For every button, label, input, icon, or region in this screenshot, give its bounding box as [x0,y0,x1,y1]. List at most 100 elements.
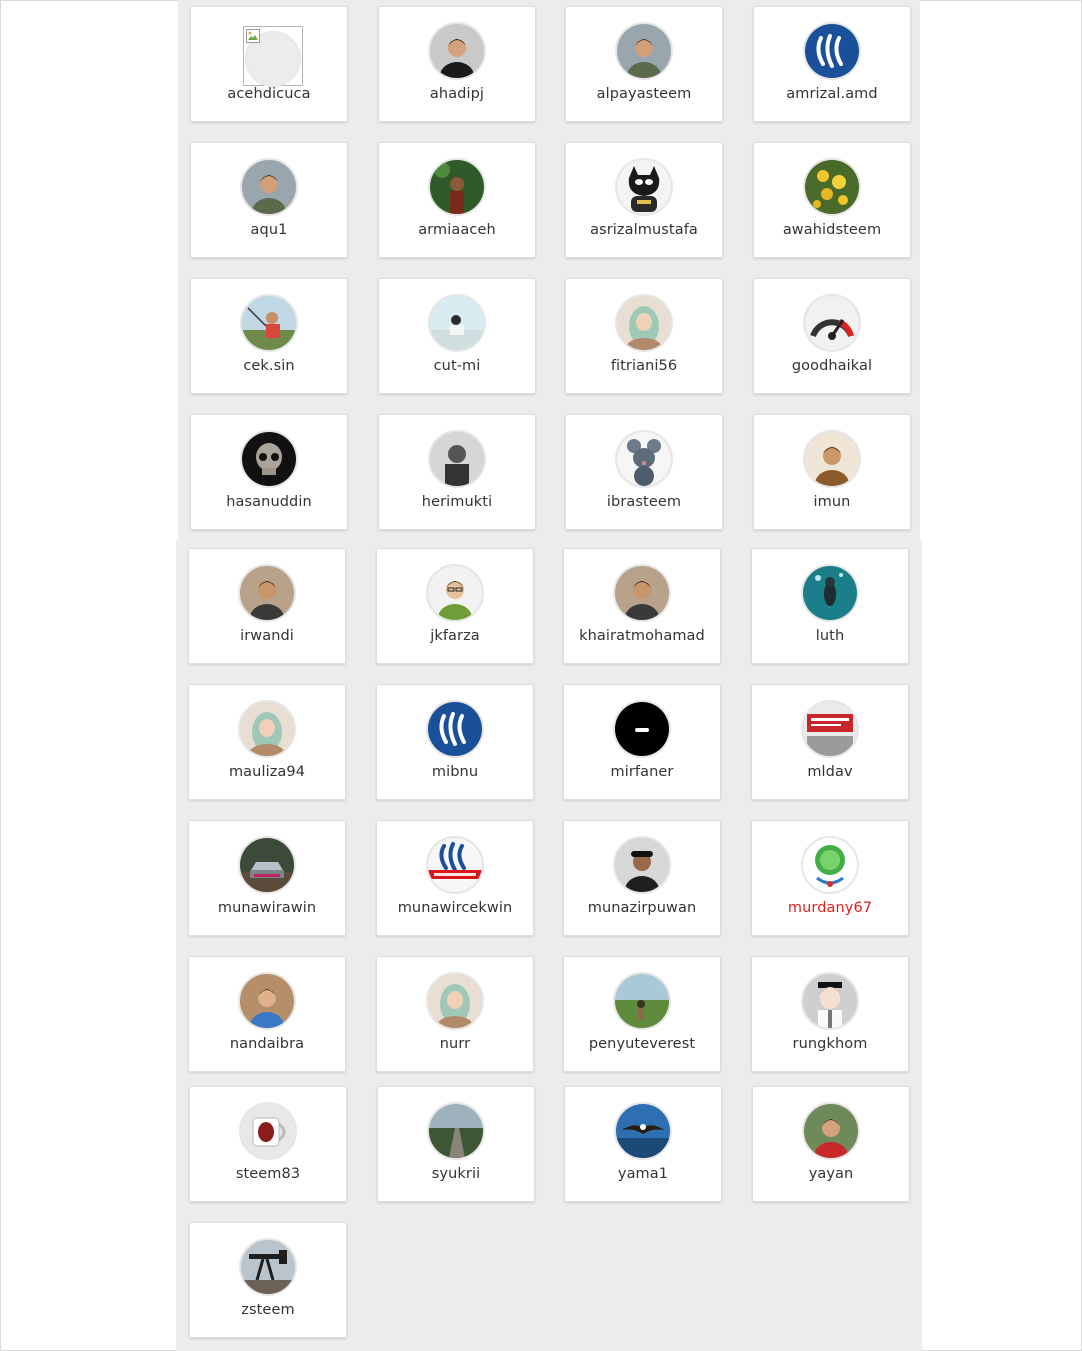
username-link[interactable]: goodhaikal [754,358,910,374]
person-blue-icon[interactable] [238,972,296,1030]
eagle-icon[interactable] [614,1102,672,1160]
yellow-flowers-icon[interactable] [803,158,861,216]
user-card[interactable]: penyuteverest [563,956,721,1072]
landscape-icon[interactable] [613,972,671,1030]
green-emblem-icon[interactable] [801,836,859,894]
user-card[interactable]: mibnu [376,684,534,800]
user-card[interactable]: nandaibra [188,956,346,1072]
person-outdoors-icon[interactable] [240,158,298,216]
username-link[interactable]: mldav [752,764,908,780]
username-link[interactable]: munawircekwin [377,900,533,916]
username-link[interactable]: hasanuddin [191,494,347,510]
woman-hijab-icon[interactable] [426,972,484,1030]
steem-red-banner-icon[interactable] [426,836,484,894]
username-link[interactable]: yayan [753,1166,909,1182]
username-link[interactable]: irwandi [189,628,345,644]
username-link[interactable]: imun [754,494,910,510]
username-link[interactable]: cut-mi [379,358,535,374]
user-card[interactable]: munazirpuwan [563,820,721,936]
user-card[interactable]: murdany67 [751,820,909,936]
user-card[interactable]: jkfarza [376,548,534,664]
cartoon-batman-icon[interactable] [615,158,673,216]
user-card[interactable]: munawirawin [188,820,346,936]
user-card[interactable]: acehdicuca [190,6,348,122]
user-card[interactable]: luth [751,548,909,664]
bw-portrait-icon[interactable] [428,430,486,488]
user-card[interactable]: zsteem [189,1222,347,1338]
user-card[interactable]: herimukti [378,414,536,530]
broken-image-icon[interactable] [243,26,303,87]
user-card[interactable]: mauliza94 [188,684,346,800]
username-link[interactable]: rungkhom [752,1036,908,1052]
username-link[interactable]: zsteem [190,1302,346,1318]
man-portrait-icon[interactable] [238,564,296,622]
person-in-forest-icon[interactable] [428,158,486,216]
username-link[interactable]: munazirpuwan [564,900,720,916]
username-link[interactable]: ibrasteem [566,494,722,510]
username-link[interactable]: jkfarza [377,628,533,644]
username-link[interactable]: asrizalmustafa [566,222,722,238]
username-link[interactable]: acehdicuca [191,86,347,102]
user-card[interactable]: fitriani56 [565,278,723,394]
steem-logo-icon[interactable] [803,22,861,80]
username-link[interactable]: ahadipj [379,86,535,102]
steem-logo-icon[interactable] [426,700,484,758]
user-card[interactable]: khairatmohamad [563,548,721,664]
user-card[interactable]: goodhaikal [753,278,911,394]
username-link[interactable]: fitriani56 [566,358,722,374]
user-card[interactable]: cek.sin [190,278,348,394]
username-link[interactable]: munawirawin [189,900,345,916]
username-link[interactable]: steem83 [190,1166,346,1182]
username-link[interactable]: alpayasteem [566,86,722,102]
user-card[interactable]: irwandi [188,548,346,664]
user-card[interactable]: ibrasteem [565,414,723,530]
username-link[interactable]: mibnu [377,764,533,780]
woman-hijab-icon[interactable] [238,700,296,758]
username-link[interactable]: nurr [377,1036,533,1052]
username-link[interactable]: luth [752,628,908,644]
username-link[interactable]: yama1 [565,1166,721,1182]
person-outdoors-icon[interactable] [615,22,673,80]
road-landscape-icon[interactable] [427,1102,485,1160]
woman-hijab-icon[interactable] [615,294,673,352]
child-on-beach-icon[interactable] [428,294,486,352]
coffee-cup-icon[interactable] [239,1102,297,1160]
username-link[interactable]: aqu1 [191,222,347,238]
user-card[interactable]: ahadipj [378,6,536,122]
user-card[interactable]: awahidsteem [753,142,911,258]
person-fishing-icon[interactable] [240,294,298,352]
user-card[interactable]: hasanuddin [190,414,348,530]
man-portrait-icon[interactable] [613,564,671,622]
man-cap-icon[interactable] [613,836,671,894]
username-link[interactable]: cek.sin [191,358,347,374]
username-link[interactable]: amrizal.amd [754,86,910,102]
person-red-shirt-icon[interactable] [802,1102,860,1160]
user-card[interactable]: amrizal.amd [753,6,911,122]
oil-pump-icon[interactable] [239,1238,297,1296]
user-card[interactable]: rungkhom [751,956,909,1072]
diver-underwater-icon[interactable] [801,564,859,622]
username-link[interactable]: mirfaner [564,764,720,780]
user-card[interactable]: yayan [752,1086,910,1202]
user-card[interactable]: alpayasteem [565,6,723,122]
user-card[interactable]: asrizalmustafa [565,142,723,258]
black-circle-icon[interactable] [613,700,671,758]
user-card[interactable]: mirfaner [563,684,721,800]
anime-boy-icon[interactable] [801,972,859,1030]
banner-photo-icon[interactable] [801,700,859,758]
username-link[interactable]: nandaibra [189,1036,345,1052]
cartoon-rat-icon[interactable] [615,430,673,488]
user-card[interactable]: munawircekwin [376,820,534,936]
skull-icon[interactable] [240,430,298,488]
user-card[interactable]: nurr [376,956,534,1072]
user-card[interactable]: cut-mi [378,278,536,394]
username-link[interactable]: murdany67 [752,900,908,916]
man-photo-icon[interactable] [428,22,486,80]
user-card[interactable]: mldav [751,684,909,800]
user-card[interactable]: yama1 [564,1086,722,1202]
user-card[interactable]: armiaaceh [378,142,536,258]
car-photo-icon[interactable] [238,836,296,894]
user-card[interactable]: aqu1 [190,142,348,258]
username-link[interactable]: penyuteverest [564,1036,720,1052]
user-card[interactable]: steem83 [189,1086,347,1202]
